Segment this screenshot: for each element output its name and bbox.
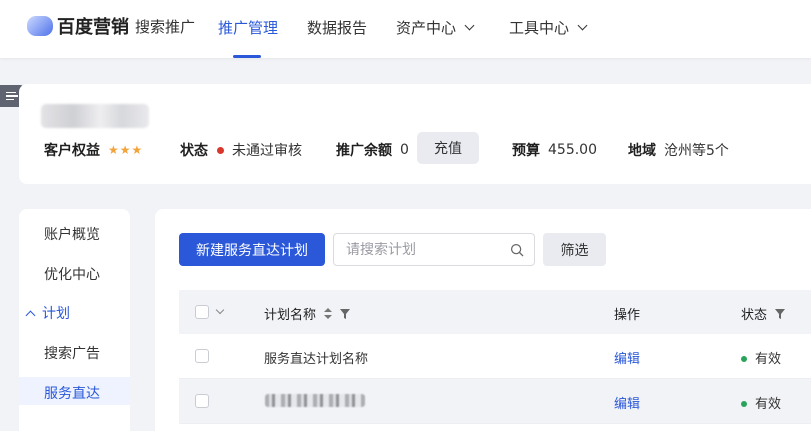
- status-text: 有效: [755, 397, 782, 412]
- nav-tab-promotion-management[interactable]: 推广管理: [218, 17, 278, 38]
- select-all-checkbox[interactable]: [195, 305, 209, 319]
- nav-tab-data-report[interactable]: 数据报告: [307, 17, 367, 38]
- rating-stars-icon: ★★★: [108, 143, 144, 157]
- plan-name-redacted[interactable]: [265, 394, 365, 407]
- table-row: 编辑 有效: [179, 379, 811, 424]
- baidu-marketing-logo[interactable]: 百度营销 搜索推广: [27, 13, 195, 39]
- account-status: 状态 未通过审核: [180, 140, 302, 160]
- product-name: 搜索推广: [135, 17, 196, 36]
- main-content-panel: 新建服务直达计划 筛选 计划名称 操作 状态: [155, 209, 811, 431]
- top-nav-bar: 百度营销 搜索推广 推广管理 数据报告 资产中心 工具中心: [0, 0, 811, 58]
- column-header-plan-name: 计划名称: [264, 304, 351, 323]
- column-label: 状态: [741, 308, 768, 323]
- chevron-down-icon: [577, 20, 588, 31]
- balance-value: 0: [400, 142, 409, 158]
- nav-tab-label: 推广管理: [218, 19, 279, 37]
- region: 地域 沧州等5个: [628, 140, 729, 160]
- chevron-down-icon[interactable]: [215, 305, 225, 315]
- chevron-down-icon: [464, 20, 475, 31]
- nav-tab-tool-center[interactable]: 工具中心: [509, 17, 588, 38]
- table-header: 计划名称 操作 状态: [179, 290, 811, 334]
- sort-icon[interactable]: [324, 308, 333, 319]
- filter-funnel-icon[interactable]: [340, 308, 351, 319]
- filter-button[interactable]: 筛选: [543, 233, 606, 266]
- logo-icon: [27, 16, 53, 36]
- status-label: 状态: [180, 143, 208, 159]
- status-text: 有效: [755, 352, 782, 367]
- nav-tab-label: 资产中心: [396, 19, 457, 37]
- plan-status: 有效: [741, 348, 781, 367]
- row-checkbox[interactable]: [195, 394, 209, 408]
- status-ok-dot-icon: [741, 355, 747, 362]
- promotion-balance: 推广余额 0: [336, 140, 409, 160]
- status-value: 未通过审核: [232, 143, 302, 159]
- sidebar-item-optimization-center[interactable]: 优化中心: [44, 264, 100, 284]
- status-ok-dot-icon: [741, 400, 747, 407]
- new-service-direct-plan-button[interactable]: 新建服务直达计划: [179, 233, 325, 266]
- column-label: 计划名称: [264, 308, 317, 323]
- logo-text: 百度营销: [57, 17, 129, 38]
- filter-funnel-icon[interactable]: [775, 308, 786, 319]
- active-tab-indicator: [233, 55, 261, 58]
- plan-name[interactable]: 服务直达计划名称: [264, 348, 368, 367]
- plan-search-input[interactable]: [346, 241, 506, 258]
- column-header-action: 操作: [614, 308, 641, 323]
- sidebar-item-search-ads[interactable]: 搜索广告: [44, 343, 100, 363]
- sidebar-group-label: 计划: [42, 306, 70, 322]
- budget-label: 预算: [512, 143, 540, 159]
- nav-tab-label: 数据报告: [307, 19, 368, 37]
- chevron-up-icon: [25, 310, 36, 320]
- edit-link[interactable]: 编辑: [614, 393, 640, 412]
- sidebar-group-plan[interactable]: 计划: [25, 303, 70, 323]
- account-info-card: 客户权益 ★★★ 状态 未通过审核 推广余额 0 充值 预算 455.00 地域…: [19, 84, 811, 184]
- edit-link[interactable]: 编辑: [614, 348, 640, 367]
- status-error-dot-icon: [217, 146, 224, 154]
- recharge-button[interactable]: 充值: [417, 132, 479, 164]
- region-value[interactable]: 沧州等5个: [664, 140, 729, 160]
- balance-label: 推广余额: [336, 143, 392, 159]
- budget-value: 455.00: [548, 142, 597, 158]
- region-label: 地域: [628, 143, 656, 159]
- budget: 预算 455.00: [512, 140, 597, 160]
- account-name-redacted: [41, 104, 149, 128]
- sidebar-item-account-overview[interactable]: 账户概览: [44, 224, 100, 244]
- row-checkbox[interactable]: [195, 349, 209, 363]
- plan-status: 有效: [741, 393, 781, 412]
- sidebar-item-service-direct[interactable]: 服务直达: [44, 383, 100, 403]
- customer-rights-label: 客户权益: [44, 143, 100, 159]
- nav-tab-label: 工具中心: [509, 19, 570, 37]
- column-header-status: 状态: [741, 304, 786, 323]
- plan-search-box[interactable]: [333, 233, 535, 266]
- search-icon[interactable]: [510, 243, 524, 257]
- customer-rights: 客户权益 ★★★: [44, 140, 143, 160]
- nav-tab-asset-center[interactable]: 资产中心: [396, 17, 475, 38]
- table-row: 服务直达计划名称 编辑 有效: [179, 334, 811, 379]
- left-sidebar: 账户概览 优化中心 计划 搜索广告 服务直达: [19, 209, 130, 431]
